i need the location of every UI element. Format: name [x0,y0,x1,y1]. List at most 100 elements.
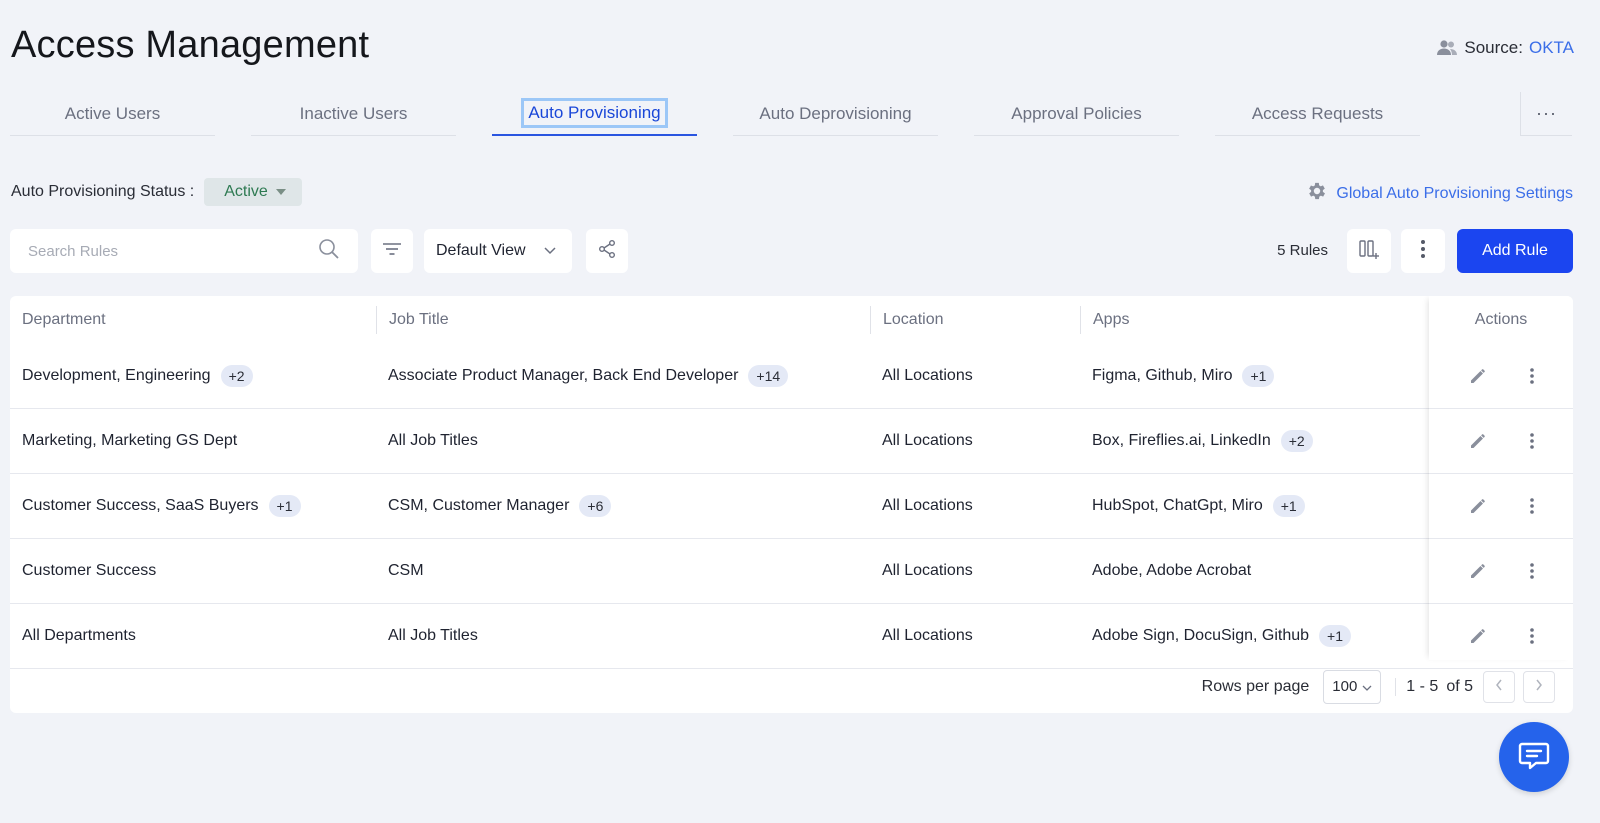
chevron-left-icon [1495,678,1503,696]
previous-page-button[interactable] [1483,670,1515,703]
vertical-dots-icon[interactable] [1518,557,1546,585]
column-header-apps[interactable]: Apps [1080,306,1129,334]
source-indicator: Source: OKTA [1436,38,1574,58]
more-chip[interactable]: +2 [220,365,253,387]
rules-table: Department Job Title Location Apps Devel… [10,296,1573,713]
status-label: Auto Provisioning Status : [11,183,195,200]
tab-label: Auto Provisioning [521,98,668,128]
cell-apps: HubSpot, ChatGpt, Miro +1 [1092,474,1305,538]
vertical-dots-icon[interactable] [1518,362,1546,390]
row-actions [1429,474,1573,539]
table-row[interactable]: Customer Success CSM All Locations Adobe… [10,539,1573,604]
search-box [10,229,358,273]
column-header-actions: Actions [1474,311,1528,328]
more-chip[interactable]: +1 [1272,495,1305,517]
chevron-right-icon [1535,678,1543,696]
table-row[interactable]: Marketing, Marketing GS Dept All Job Tit… [10,409,1573,474]
status-value: Active [224,183,268,200]
rows-per-page-select[interactable]: 100 [1323,669,1382,704]
tab-active-users[interactable]: Active Users [10,92,215,136]
share-button[interactable] [586,229,628,273]
apps-text: Adobe Sign, DocuSign, Github [1092,627,1310,644]
cell-apps: Adobe Sign, DocuSign, Github +1 [1092,604,1351,668]
column-header-location[interactable]: Location [870,306,944,334]
filter-button[interactable] [371,229,413,273]
edit-icon[interactable] [1464,622,1492,650]
edit-icon[interactable] [1464,362,1492,390]
cell-location: All Locations [882,562,973,579]
job-title-text: All Job Titles [388,627,478,644]
next-page-button[interactable] [1523,670,1555,703]
column-header-department[interactable]: Department [10,296,106,344]
tab-label: Inactive Users [299,103,408,123]
chevron-down-icon [1362,678,1372,695]
cell-job-title: Associate Product Manager, Back End Deve… [388,344,789,408]
chevron-down-icon [544,242,556,260]
vertical-dots-icon[interactable] [1518,622,1546,650]
table-row[interactable]: Development, Engineering +2 Associate Pro… [10,344,1573,409]
tab-access-requests[interactable]: Access Requests [1215,92,1420,136]
cell-location: All Locations [882,627,973,644]
table-row[interactable]: Customer Success, SaaS Buyers +1 CSM, Cus… [10,474,1573,539]
toolbar: Default View 5 Rules Add Rule [10,229,1573,273]
rows-per-page-label: Rows per page [1201,677,1310,695]
cell-job-title: CSM [388,539,424,603]
tabs-more-button[interactable]: ··· [1520,92,1572,136]
status-dropdown[interactable]: Active [204,178,302,206]
chat-icon [1516,737,1552,778]
department-text: Marketing, Marketing GS Dept [22,432,238,449]
source-value-link[interactable]: OKTA [1529,38,1574,58]
more-options-button[interactable] [1401,229,1445,273]
table-footer: Rows per page 100 1 - 5 of 5 [10,660,1573,713]
vertical-dots-icon[interactable] [1518,427,1546,455]
row-actions [1429,409,1573,474]
tab-auto-deprovisioning[interactable]: Auto Deprovisioning [733,92,938,136]
row-actions [1429,344,1573,409]
chat-support-button[interactable] [1499,722,1569,792]
more-chip[interactable]: +6 [579,495,612,517]
department-text: Customer Success [22,562,157,579]
edit-icon[interactable] [1464,557,1492,585]
row-actions [1429,539,1573,604]
cell-department: Marketing, Marketing GS Dept [22,409,237,473]
more-chip[interactable]: +2 [1280,430,1313,452]
tab-auto-provisioning[interactable]: Auto Provisioning [492,92,697,136]
global-settings-link[interactable]: Global Auto Provisioning Settings [1306,180,1573,207]
tab-label: Active Users [64,103,161,123]
tab-approval-policies[interactable]: Approval Policies [974,92,1179,136]
cell-department: All Departments [22,604,136,668]
cell-location: All Locations [882,497,973,514]
add-rule-button[interactable]: Add Rule [1457,229,1573,273]
cell-apps: Box, Fireflies.ai, LinkedIn +2 [1092,409,1313,473]
rows-per-page-value: 100 [1332,678,1358,695]
tab-inactive-users[interactable]: Inactive Users [251,92,456,136]
apps-text: Box, Fireflies.ai, LinkedIn [1092,432,1271,449]
department-text: Customer Success, SaaS Buyers [22,497,259,514]
cell-location: All Locations [882,432,973,449]
cell-department: Customer Success [22,539,156,603]
view-select-value: Default View [436,242,526,259]
apps-text: HubSpot, ChatGpt, Miro [1092,497,1263,514]
view-select[interactable]: Default View [424,229,572,273]
more-chip[interactable]: +1 [268,495,301,517]
more-chip[interactable]: +14 [748,365,789,387]
search-icon[interactable] [318,238,340,265]
vertical-dots-icon[interactable] [1518,492,1546,520]
cell-department: Customer Success, SaaS Buyers +1 [22,474,301,538]
tab-bar: Active Users Inactive Users Auto Provisi… [10,92,1572,136]
search-input[interactable] [28,242,318,260]
gear-icon [1306,180,1328,207]
status-row: Auto Provisioning Status : Active [11,178,302,206]
cell-job-title: CSM, Customer Manager +6 [388,474,612,538]
column-settings-button[interactable] [1347,229,1391,273]
edit-icon[interactable] [1464,492,1492,520]
more-chip[interactable]: +1 [1242,365,1275,387]
cell-job-title: All Job Titles [388,409,478,473]
global-settings-label: Global Auto Provisioning Settings [1336,184,1573,202]
column-header-job-title[interactable]: Job Title [376,306,449,334]
more-chip[interactable]: +1 [1319,625,1351,647]
tab-label: Approval Policies [1011,103,1142,123]
department-text: Development, Engineering [22,367,211,384]
edit-icon[interactable] [1464,427,1492,455]
tab-label: Access Requests [1251,103,1384,123]
